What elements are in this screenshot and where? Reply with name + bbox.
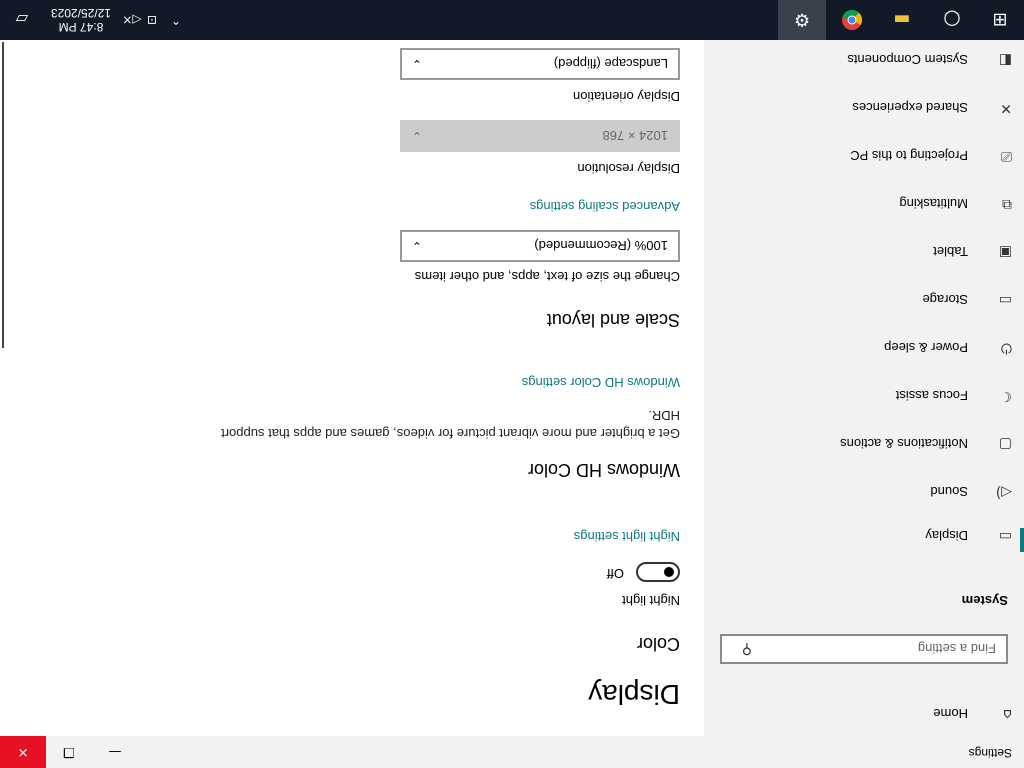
power-icon: ⏻ bbox=[1000, 340, 1012, 356]
start-icon[interactable]: ⊞ bbox=[976, 0, 1024, 40]
sidebar-item-tablet[interactable]: ▣ Tablet bbox=[704, 230, 1024, 274]
sidebar-item-display[interactable]: ▭ Display bbox=[704, 514, 1024, 558]
chevron-down-icon: ⌄ bbox=[411, 57, 423, 71]
sidebar-item-label: Power & sleep bbox=[884, 340, 968, 356]
sidebar-item-storage[interactable]: ▭ Storage bbox=[704, 278, 1024, 322]
scale-label: Change the size of text, apps, and other… bbox=[414, 269, 680, 284]
search-icon[interactable]: ⚲ bbox=[722, 641, 752, 657]
shared-icon: ✕ bbox=[1000, 100, 1012, 116]
clock[interactable]: 8:47 PM 12/25/2023 bbox=[44, 0, 118, 40]
nav-home[interactable]: ⌂ Home bbox=[704, 692, 1024, 736]
tablet-icon: ▣ bbox=[998, 244, 1012, 260]
hd-color-description: Get a brighter and more vibrant picture … bbox=[221, 408, 680, 441]
scale-dropdown[interactable]: 100% (Recommended) ⌄ bbox=[400, 230, 680, 262]
clock-time: 8:47 PM bbox=[58, 20, 104, 34]
sidebar-item-system-components[interactable]: ◧ System Components bbox=[704, 38, 1024, 82]
sidebar-item-shared-experiences[interactable]: ✕ Shared experiences bbox=[704, 86, 1024, 130]
file-explorer-icon[interactable]: ▬ bbox=[878, 0, 926, 40]
search-box[interactable]: Find a setting ⚲ bbox=[720, 634, 1008, 664]
moon-icon: ☾ bbox=[999, 388, 1012, 404]
hd-color-settings-link[interactable]: Windows HD Color settings bbox=[522, 375, 680, 390]
sidebar-item-label: Notifications & actions bbox=[840, 436, 968, 452]
night-light-toggle[interactable] bbox=[636, 562, 680, 582]
night-light-label: Night light bbox=[622, 593, 680, 608]
taskbar: ⊞ ○ ▬ ⚙ ⌃ ⊡ ◁× 8:47 PM 12/25/2023 ▱ bbox=[0, 0, 1024, 40]
hd-color-heading: Windows HD Color bbox=[527, 460, 680, 480]
sidebar-item-label: System Components bbox=[847, 52, 968, 68]
home-icon: ⌂ bbox=[1003, 706, 1012, 722]
storage-icon: ▭ bbox=[998, 292, 1012, 308]
notification-icon: ▢ bbox=[998, 436, 1012, 452]
scrollbar[interactable] bbox=[2, 42, 4, 348]
chrome-logo bbox=[842, 9, 863, 30]
sidebar-item-label: Multitasking bbox=[899, 196, 968, 212]
chevron-down-icon: ⌄ bbox=[411, 129, 423, 143]
sidebar-item-label: Storage bbox=[922, 292, 968, 308]
sidebar-item-label: Sound bbox=[930, 484, 968, 500]
search-icon[interactable]: ○ bbox=[928, 0, 976, 40]
advanced-scaling-link[interactable]: Advanced scaling settings bbox=[530, 199, 680, 214]
sidebar-item-label: Tablet bbox=[933, 244, 968, 260]
sidebar-item-label: Focus assist bbox=[895, 388, 968, 404]
sidebar-item-power-sleep[interactable]: ⏻ Power & sleep bbox=[704, 326, 1024, 370]
display-icon: ▭ bbox=[998, 528, 1012, 544]
sidebar-item-label: Display bbox=[925, 528, 968, 544]
sidebar-item-label: Shared experiences bbox=[852, 100, 968, 116]
network-icon[interactable]: ⊡ bbox=[142, 0, 162, 40]
display-settings-page: Display Color Night light Off Night ligh… bbox=[0, 40, 680, 768]
sidebar-item-multitasking[interactable]: ⧉ Multitasking bbox=[704, 182, 1024, 226]
settings-nav: ⌂ Home Find a setting ⚲ System ▭ Display… bbox=[704, 40, 1024, 736]
screen: Settings — ❐ ✕ ⌂ Home Find a setting ⚲ S… bbox=[0, 0, 1024, 768]
search-input[interactable]: Find a setting bbox=[752, 642, 1006, 657]
night-light-state: Off bbox=[606, 566, 624, 581]
action-center-icon[interactable]: ▱ bbox=[0, 0, 44, 40]
multitasking-icon: ⧉ bbox=[1002, 196, 1012, 212]
sidebar-item-projecting[interactable]: ⎚ Projecting to this PC bbox=[704, 134, 1024, 178]
resolution-dropdown[interactable]: 1024 × 768 ⌄ bbox=[400, 120, 680, 152]
resolution-value: 1024 × 768 bbox=[602, 128, 668, 144]
components-icon: ◧ bbox=[998, 52, 1012, 68]
active-indicator bbox=[1020, 528, 1024, 552]
chrome-icon[interactable] bbox=[828, 0, 876, 40]
orientation-label: Display orientation bbox=[573, 89, 680, 104]
orientation-dropdown[interactable]: Landscape (flipped) ⌄ bbox=[400, 48, 680, 80]
scale-layout-heading: Scale and layout bbox=[546, 310, 680, 330]
speaker-icon: ◁) bbox=[995, 484, 1012, 500]
page-title: Display bbox=[588, 679, 680, 710]
sidebar-item-focus-assist[interactable]: ☾ Focus assist bbox=[704, 374, 1024, 418]
sidebar-item-notifications[interactable]: ▢ Notifications & actions bbox=[704, 422, 1024, 466]
nav-section-heading: System bbox=[961, 593, 1008, 608]
scale-value: 100% (Recommended) bbox=[534, 238, 668, 254]
chevron-down-icon: ⌄ bbox=[411, 239, 423, 253]
tray-chevron-icon[interactable]: ⌃ bbox=[166, 0, 186, 40]
color-heading: Color bbox=[636, 634, 680, 654]
settings-icon[interactable]: ⚙ bbox=[778, 0, 826, 40]
projector-icon: ⎚ bbox=[1000, 148, 1012, 164]
orientation-value: Landscape (flipped) bbox=[553, 56, 668, 72]
volume-icon[interactable]: ◁× bbox=[122, 0, 142, 40]
sidebar-item-label: Projecting to this PC bbox=[850, 148, 968, 164]
sidebar-item-sound[interactable]: ◁) Sound bbox=[704, 470, 1024, 514]
night-light-settings-link[interactable]: Night light settings bbox=[574, 529, 680, 544]
clock-date: 12/25/2023 bbox=[50, 6, 112, 20]
resolution-label: Display resolution bbox=[577, 161, 680, 176]
toggle-knob bbox=[664, 567, 674, 577]
nav-home-label: Home bbox=[933, 706, 968, 722]
window-title: Settings bbox=[968, 746, 1012, 760]
